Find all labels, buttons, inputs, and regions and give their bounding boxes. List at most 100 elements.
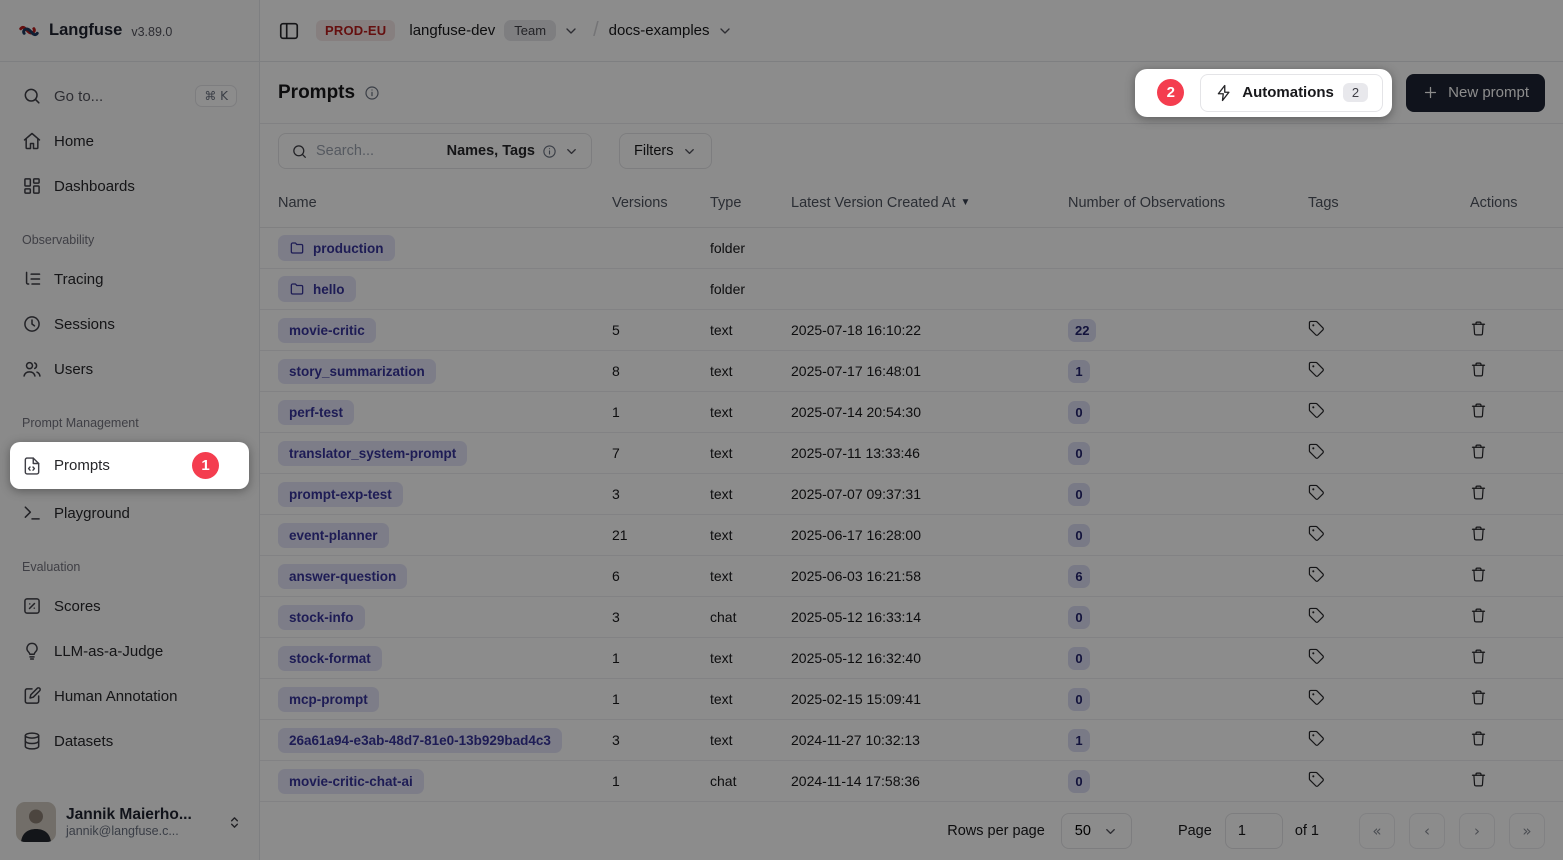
- prompt-name-pill[interactable]: translator_system-prompt: [278, 441, 467, 466]
- add-tag-button[interactable]: [1308, 320, 1325, 337]
- rows-per-page-select[interactable]: 50: [1061, 813, 1132, 849]
- trash-icon: [1470, 730, 1487, 747]
- table-footer: Rows per page 50 Page of 1 « ‹ › »: [260, 802, 1563, 860]
- table-row[interactable]: movie-critic-chat-ai1chat2024-11-14 17:5…: [260, 761, 1563, 802]
- prompt-name-pill[interactable]: production: [278, 235, 395, 261]
- prompt-name-pill[interactable]: perf-test: [278, 400, 354, 425]
- sidebar-item-label: Dashboards: [54, 178, 135, 195]
- delete-prompt-button[interactable]: [1470, 771, 1487, 788]
- delete-prompt-button[interactable]: [1470, 648, 1487, 665]
- prompt-name-pill[interactable]: answer-question: [278, 564, 407, 589]
- previous-page-button[interactable]: ‹: [1409, 813, 1445, 849]
- delete-prompt-button[interactable]: [1470, 320, 1487, 337]
- next-page-button[interactable]: ›: [1459, 813, 1495, 849]
- chevron-down-icon[interactable]: [563, 23, 579, 39]
- table-row[interactable]: mcp-prompt1text2025-02-15 15:09:410: [260, 679, 1563, 720]
- sidebar-toggle-icon[interactable]: [278, 20, 300, 42]
- search-input[interactable]: [316, 143, 412, 159]
- delete-prompt-button[interactable]: [1470, 443, 1487, 460]
- table-row[interactable]: story_summarization8text2025-07-17 16:48…: [260, 351, 1563, 392]
- automations-button[interactable]: Automations 2: [1200, 74, 1383, 112]
- add-tag-button[interactable]: [1308, 484, 1325, 501]
- delete-prompt-button[interactable]: [1470, 402, 1487, 419]
- prompt-name-pill[interactable]: mcp-prompt: [278, 687, 379, 712]
- sidebar-item-label: LLM-as-a-Judge: [54, 643, 163, 660]
- column-header-tags: Tags: [1308, 195, 1470, 211]
- delete-prompt-button[interactable]: [1470, 361, 1487, 378]
- add-tag-button[interactable]: [1308, 566, 1325, 583]
- versions-cell: 6: [612, 568, 710, 584]
- delete-prompt-button[interactable]: [1470, 689, 1487, 706]
- last-page-button[interactable]: »: [1509, 813, 1545, 849]
- add-tag-button[interactable]: [1308, 648, 1325, 665]
- prompt-name-pill[interactable]: movie-critic: [278, 318, 376, 343]
- sidebar-item-dashboards[interactable]: Dashboards: [12, 166, 247, 206]
- table-row[interactable]: translator_system-prompt7text2025-07-11 …: [260, 433, 1563, 474]
- trash-icon: [1470, 443, 1487, 460]
- user-menu[interactable]: Jannik Maierho... jannik@langfuse.c...: [0, 788, 259, 860]
- tags-cell: [1308, 648, 1470, 668]
- table-row[interactable]: prompt-exp-test3text2025-07-07 09:37:310: [260, 474, 1563, 515]
- add-tag-button[interactable]: [1308, 443, 1325, 460]
- sidebar-item-tracing[interactable]: Tracing: [12, 259, 247, 299]
- info-icon[interactable]: [364, 85, 380, 101]
- column-header-created-at[interactable]: Latest Version Created At▼: [791, 195, 1068, 211]
- table-row[interactable]: perf-test1text2025-07-14 20:54:300: [260, 392, 1563, 433]
- table-row[interactable]: 26a61a94-e3ab-48d7-81e0-13b929bad4c33tex…: [260, 720, 1563, 761]
- rows-per-page-label: Rows per page: [947, 823, 1045, 839]
- delete-prompt-button[interactable]: [1470, 730, 1487, 747]
- prompt-name-pill[interactable]: movie-critic-chat-ai: [278, 769, 424, 794]
- add-tag-button[interactable]: [1308, 730, 1325, 747]
- delete-prompt-button[interactable]: [1470, 566, 1487, 583]
- chevron-down-icon[interactable]: [717, 23, 733, 39]
- add-tag-button[interactable]: [1308, 771, 1325, 788]
- name-cell: hello: [278, 276, 612, 302]
- add-tag-button[interactable]: [1308, 525, 1325, 542]
- tag-icon: [1308, 402, 1325, 419]
- add-tag-button[interactable]: [1308, 402, 1325, 419]
- sidebar-item-users[interactable]: Users: [12, 349, 247, 389]
- plus-icon: [1422, 84, 1439, 101]
- project-name[interactable]: docs-examples: [609, 22, 710, 39]
- new-prompt-button[interactable]: New prompt: [1406, 74, 1545, 112]
- versions-cell: 7: [612, 445, 710, 461]
- sidebar-item-human-annotation[interactable]: Human Annotation: [12, 676, 247, 716]
- prompt-name-pill[interactable]: stock-info: [278, 605, 365, 630]
- sidebar-item-datasets[interactable]: Datasets: [12, 721, 247, 761]
- filters-button[interactable]: Filters: [619, 133, 712, 169]
- sidebar-item-home[interactable]: Home: [12, 121, 247, 161]
- prompt-name-pill[interactable]: event-planner: [278, 523, 389, 548]
- sidebar-item-llm-as-a-judge[interactable]: LLM-as-a-Judge: [12, 631, 247, 671]
- prompt-name-pill[interactable]: story_summarization: [278, 359, 436, 384]
- table-row[interactable]: stock-format1text2025-05-12 16:32:400: [260, 638, 1563, 679]
- sidebar-item-scores[interactable]: Scores: [12, 586, 247, 626]
- sidebar-item-playground[interactable]: Playground: [12, 493, 247, 533]
- prompt-name-pill[interactable]: prompt-exp-test: [278, 482, 403, 507]
- prompt-name-pill[interactable]: stock-format: [278, 646, 382, 671]
- table-row[interactable]: event-planner21text2025-06-17 16:28:000: [260, 515, 1563, 556]
- table-row[interactable]: stock-info3chat2025-05-12 16:33:140: [260, 597, 1563, 638]
- table-row[interactable]: hellofolder: [260, 269, 1563, 310]
- add-tag-button[interactable]: [1308, 361, 1325, 378]
- add-tag-button[interactable]: [1308, 689, 1325, 706]
- prompt-name-pill[interactable]: hello: [278, 276, 356, 302]
- sidebar-item-sessions[interactable]: Sessions: [12, 304, 247, 344]
- sidebar-item-prompts[interactable]: Prompts 1: [10, 442, 249, 489]
- table-row[interactable]: movie-critic5text2025-07-18 16:10:2222: [260, 310, 1563, 351]
- observations-badge: 1: [1068, 729, 1090, 752]
- org-name[interactable]: langfuse-dev: [409, 22, 495, 39]
- observations-badge: 0: [1068, 647, 1090, 670]
- first-page-button[interactable]: «: [1359, 813, 1395, 849]
- observations-cell: 0: [1068, 647, 1308, 670]
- delete-prompt-button[interactable]: [1470, 525, 1487, 542]
- goto-search[interactable]: Go to... ⌘ K: [12, 76, 247, 116]
- delete-prompt-button[interactable]: [1470, 484, 1487, 501]
- table-row[interactable]: productionfolder: [260, 228, 1563, 269]
- folder-icon: [289, 240, 305, 256]
- search-scope-select[interactable]: Names, Tags: [447, 143, 579, 159]
- delete-prompt-button[interactable]: [1470, 607, 1487, 624]
- table-row[interactable]: answer-question6text2025-06-03 16:21:586: [260, 556, 1563, 597]
- page-number-input[interactable]: [1225, 813, 1283, 849]
- prompt-name-pill[interactable]: 26a61a94-e3ab-48d7-81e0-13b929bad4c3: [278, 728, 562, 753]
- add-tag-button[interactable]: [1308, 607, 1325, 624]
